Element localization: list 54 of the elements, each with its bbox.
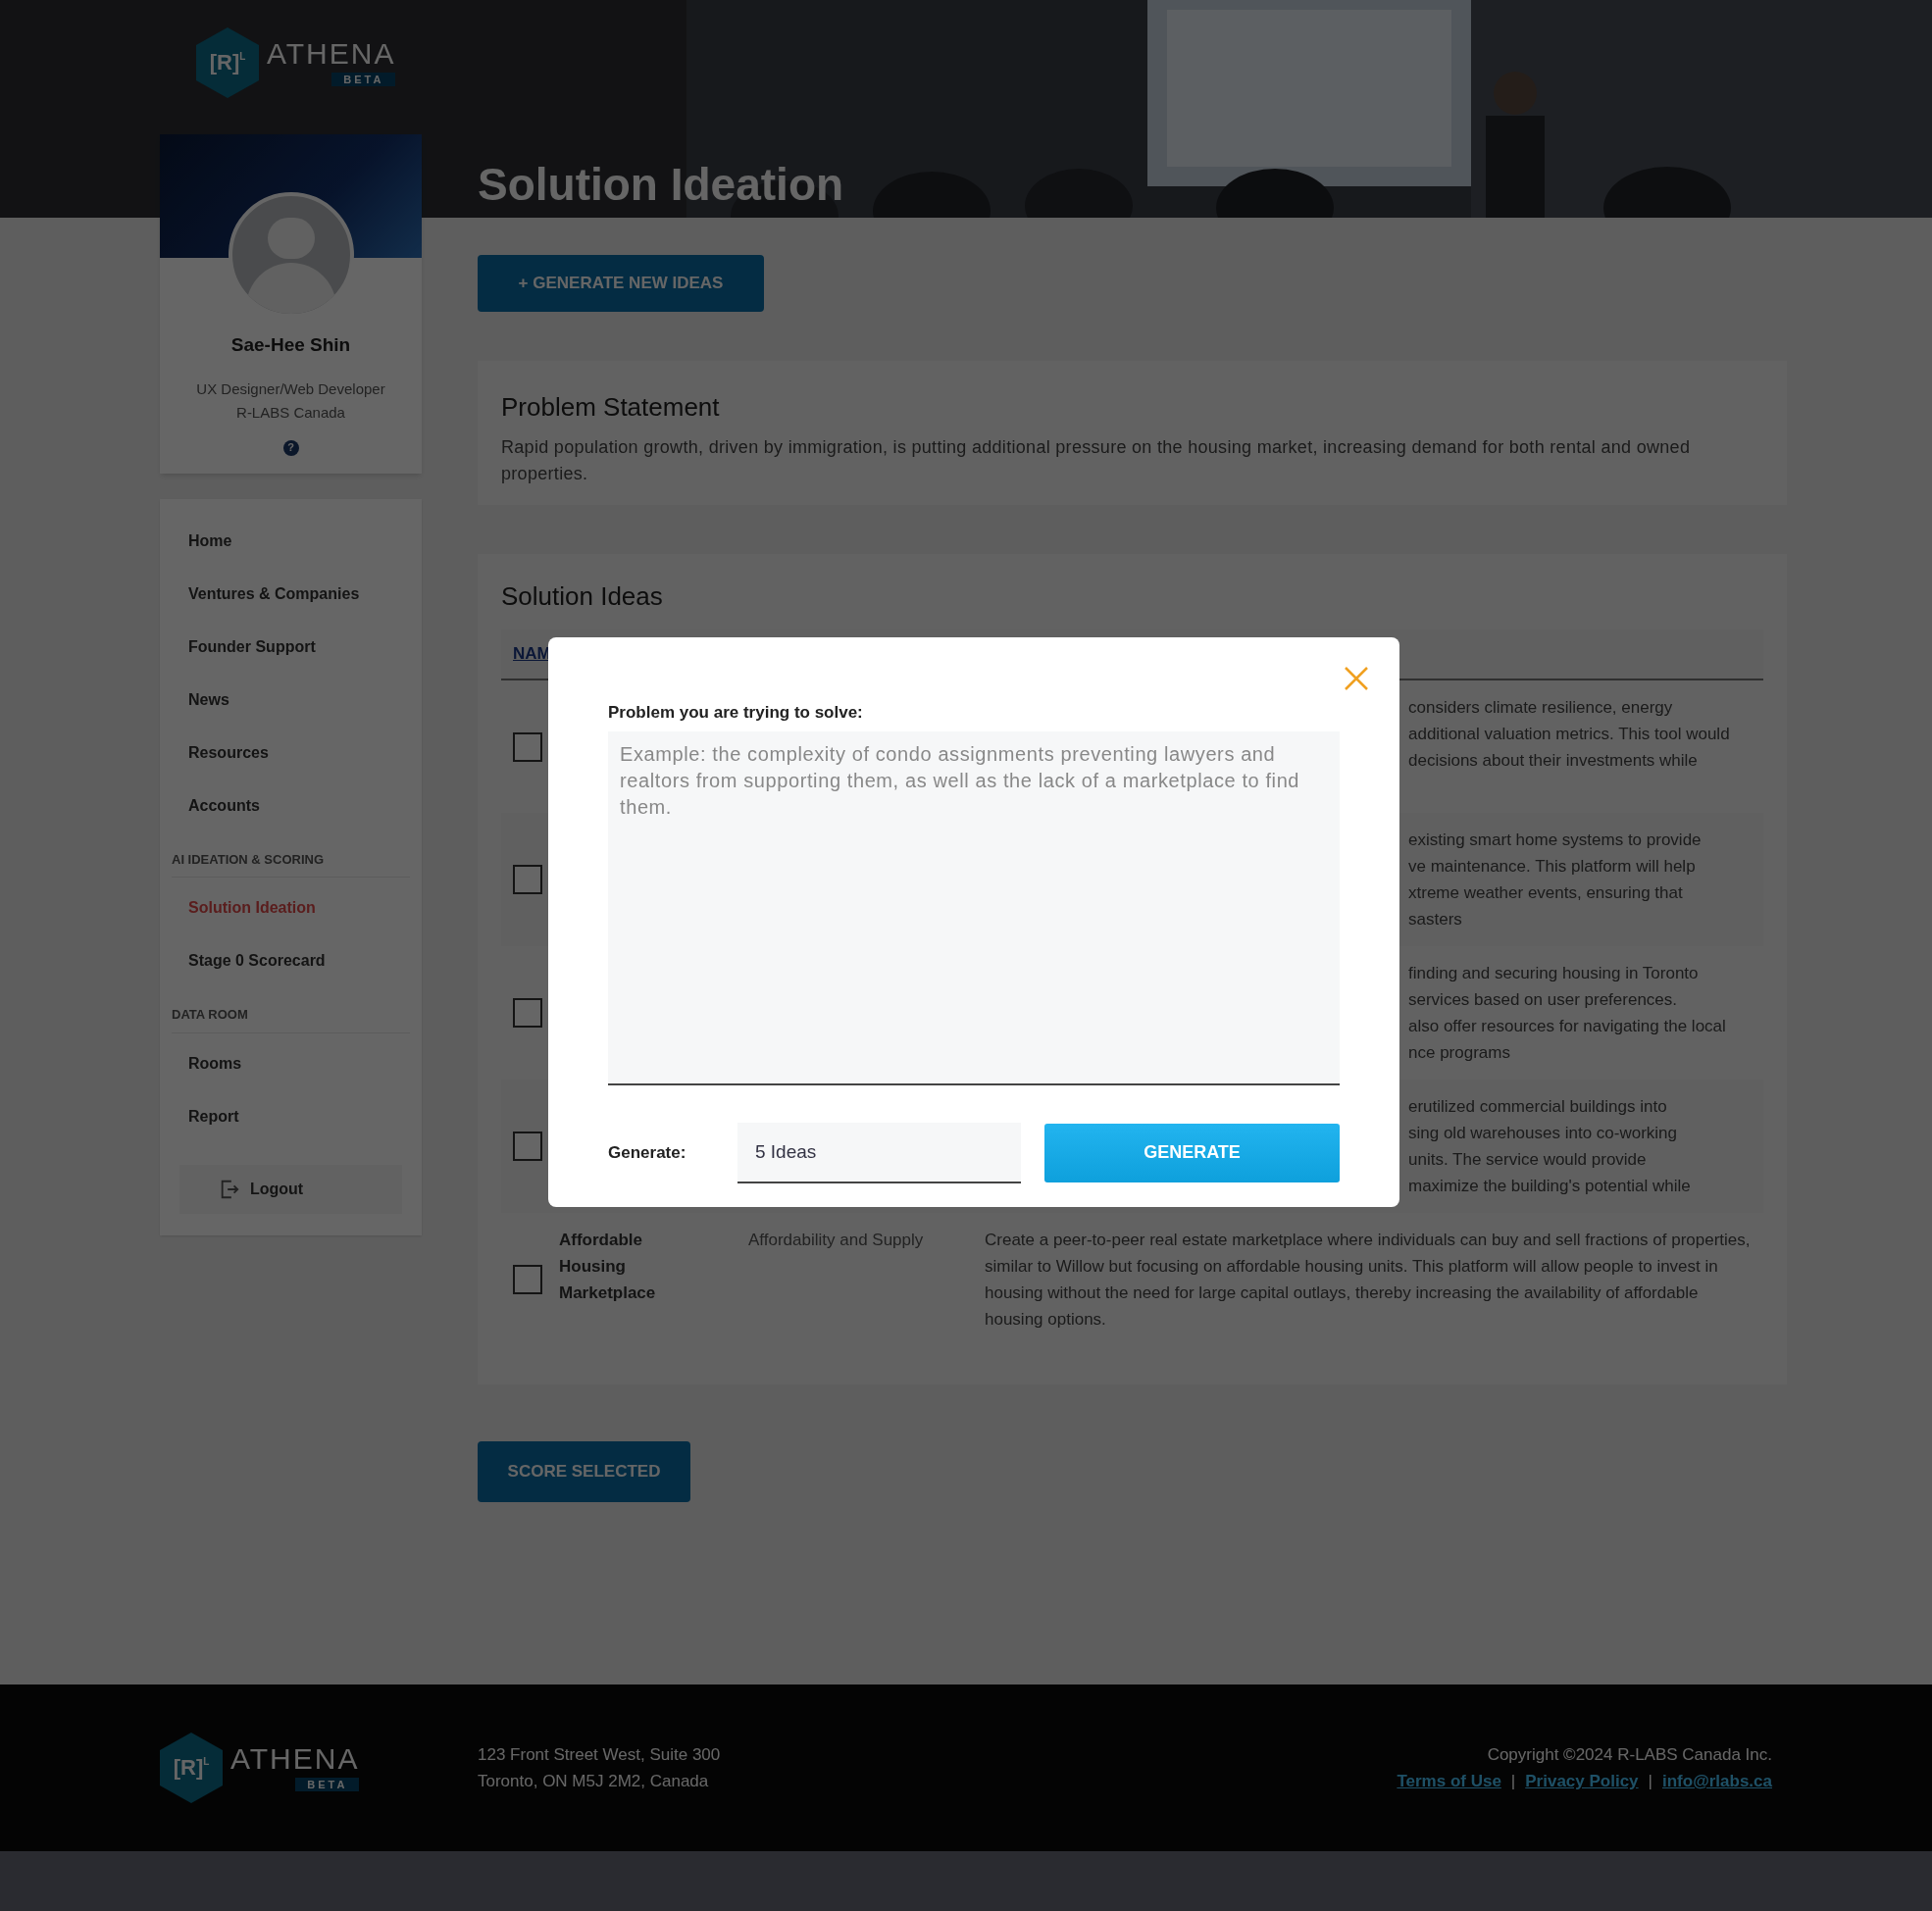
beta-badge: BETA [331,73,396,86]
idea-description: existing smart home systems to provide ve maintenance. This platform will help xtreme weather events, ensuring that sasters [1408,830,1703,930]
page-title: Solution Ideation [478,158,845,212]
problem-statement-title: Problem Statement [501,391,721,424]
nav-item[interactable]: Home [172,514,410,568]
footer-link[interactable]: info@rlabs.ca [1662,1768,1772,1794]
score-selected-button[interactable]: SCORE SELECTED [478,1441,690,1502]
nav-item[interactable]: Resources [172,726,410,779]
idea-category: Affordability and Supply [748,1231,924,1249]
row-checkbox[interactable] [513,998,542,1028]
logo-name: ATHENA [230,1744,360,1774]
nav-item[interactable]: Ventures & Companies [172,567,410,621]
idea-description: finding and securing housing in Toronto services based on user preferences. also offer resources for navigating the local nce programs [1408,963,1727,1064]
logo-name: ATHENA [267,39,396,69]
row-checkbox[interactable] [513,731,542,762]
nav-item[interactable]: News [172,673,410,727]
nav-item[interactable]: Solution Ideation [172,881,410,934]
idea-description: erutilized commercial buildings into sing old warehouses into co-working units. The service would provide maximize the building's potential while [1408,1096,1692,1197]
nav-item[interactable]: Founder Support [172,620,410,674]
problem-statement-text: Rapid population growth, driven by immigration, is putting additional pressure on the housing market, increasing demand for both rental and owned properties. [501,436,1692,485]
generate-new-ideas-button[interactable]: + GENERATE NEW IDEAS [478,255,764,312]
row-checkbox[interactable] [513,865,542,894]
footer-address: Toronto, ON M5J 2M2, Canada [478,1771,710,1792]
logout-icon [219,1178,240,1200]
nav-section-heading: DATA ROOM [172,1005,410,1033]
link-separator: | [1510,1771,1516,1792]
nav-item[interactable]: Rooms [172,1036,410,1090]
solution-ideas-title: Solution Ideas [501,580,664,613]
footer-address: 123 Front Street West, Suite 300 [478,1744,721,1766]
close-icon [1344,666,1369,691]
copyright-text: Copyright ©2024 R-LABS Canada Inc. [1487,1744,1772,1766]
link-separator: | [1648,1771,1652,1792]
footer-link[interactable]: Privacy Policy [1525,1768,1639,1794]
footer-link[interactable]: Terms of Use [1397,1768,1501,1794]
idea-name: Affordable Housing Marketplace [559,1230,657,1304]
row-checkbox[interactable] [513,1265,542,1294]
problem-label: Problem you are trying to solve: [608,702,864,724]
help-icon[interactable]: ? [282,439,299,456]
profile-company: R-LABS Canada [236,402,345,423]
idea-description: considers climate resilience, energy additional valuation metrics. This tool would decisions about their investments while [1408,697,1731,772]
generate-button[interactable]: GENERATE [1044,1123,1340,1182]
logout-button[interactable]: Logout [179,1164,402,1214]
problem-textarea[interactable]: Example: the complexity of condo assignments preventing lawyers and realtors from supporting them, as well as the lack of a marketplace to find them. [608,730,1340,1085]
idea-count-field[interactable]: 5 Ideas [737,1122,1021,1183]
generate-label: Generate: [608,1141,687,1164]
profile-name: Sae-Hee Shin [230,333,351,357]
nav-item[interactable]: Stage 0 Scorecard [172,934,410,987]
row-checkbox[interactable] [513,1132,542,1161]
nav-item[interactable]: Report [172,1089,410,1143]
profile-role: UX Designer/Web Developer [196,378,385,399]
nav-item[interactable]: Accounts [172,779,410,832]
nav-section-heading: AI IDEATION & SCORING [172,849,410,878]
beta-badge: BETA [295,1778,360,1791]
idea-description: Create a peer-to-peer real estate marketplace where individuals can buy and sell fractions of properties, similar to Willow but focusing on affordable housing units. This platform will allow people to invest in housing without the need for large capital outlays, thereby increasing the availability of affordable housing options. [985,1230,1752,1331]
